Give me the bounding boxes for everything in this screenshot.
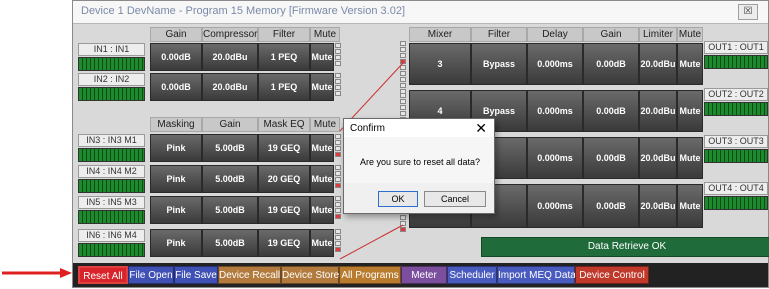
main-window: Device 1 DevName - Program 15 Memory [Fi… — [72, 0, 769, 288]
dialog-title: Confirm — [350, 123, 386, 134]
dialog-message-area: Are you sure to reset all data? — [344, 137, 494, 183]
bottom-toolbar: Reset All File Open File Save Device Rec… — [73, 263, 768, 287]
annotation-arrow-icon — [2, 268, 72, 278]
dialog-close-icon[interactable]: ✕ — [475, 120, 487, 137]
cancel-button[interactable]: Cancel — [424, 191, 486, 207]
confirm-dialog: Confirm ✕ Are you sure to reset all data… — [343, 118, 495, 214]
device-store-button[interactable]: Device Store — [281, 266, 339, 284]
meter-button[interactable]: Meter — [401, 266, 447, 284]
file-save-button[interactable]: File Save — [174, 266, 218, 284]
scheduler-button[interactable]: Scheduler — [447, 266, 497, 284]
device-recall-button[interactable]: Device Recall — [218, 266, 281, 284]
device-control-button[interactable]: Device Control — [575, 266, 649, 284]
status-bar: Data Retrieve OK — [481, 237, 769, 257]
file-open-button[interactable]: File Open — [128, 266, 174, 284]
dialog-message: Are you sure to reset all data? — [360, 157, 481, 167]
all-programs-button[interactable]: All Programs — [339, 266, 401, 284]
import-meq-data-button[interactable]: Import MEQ Data — [497, 266, 576, 284]
reset-all-button[interactable]: Reset All — [78, 266, 128, 284]
ok-button[interactable]: OK — [378, 191, 418, 207]
dialog-button-area: OK Cancel — [344, 183, 494, 213]
